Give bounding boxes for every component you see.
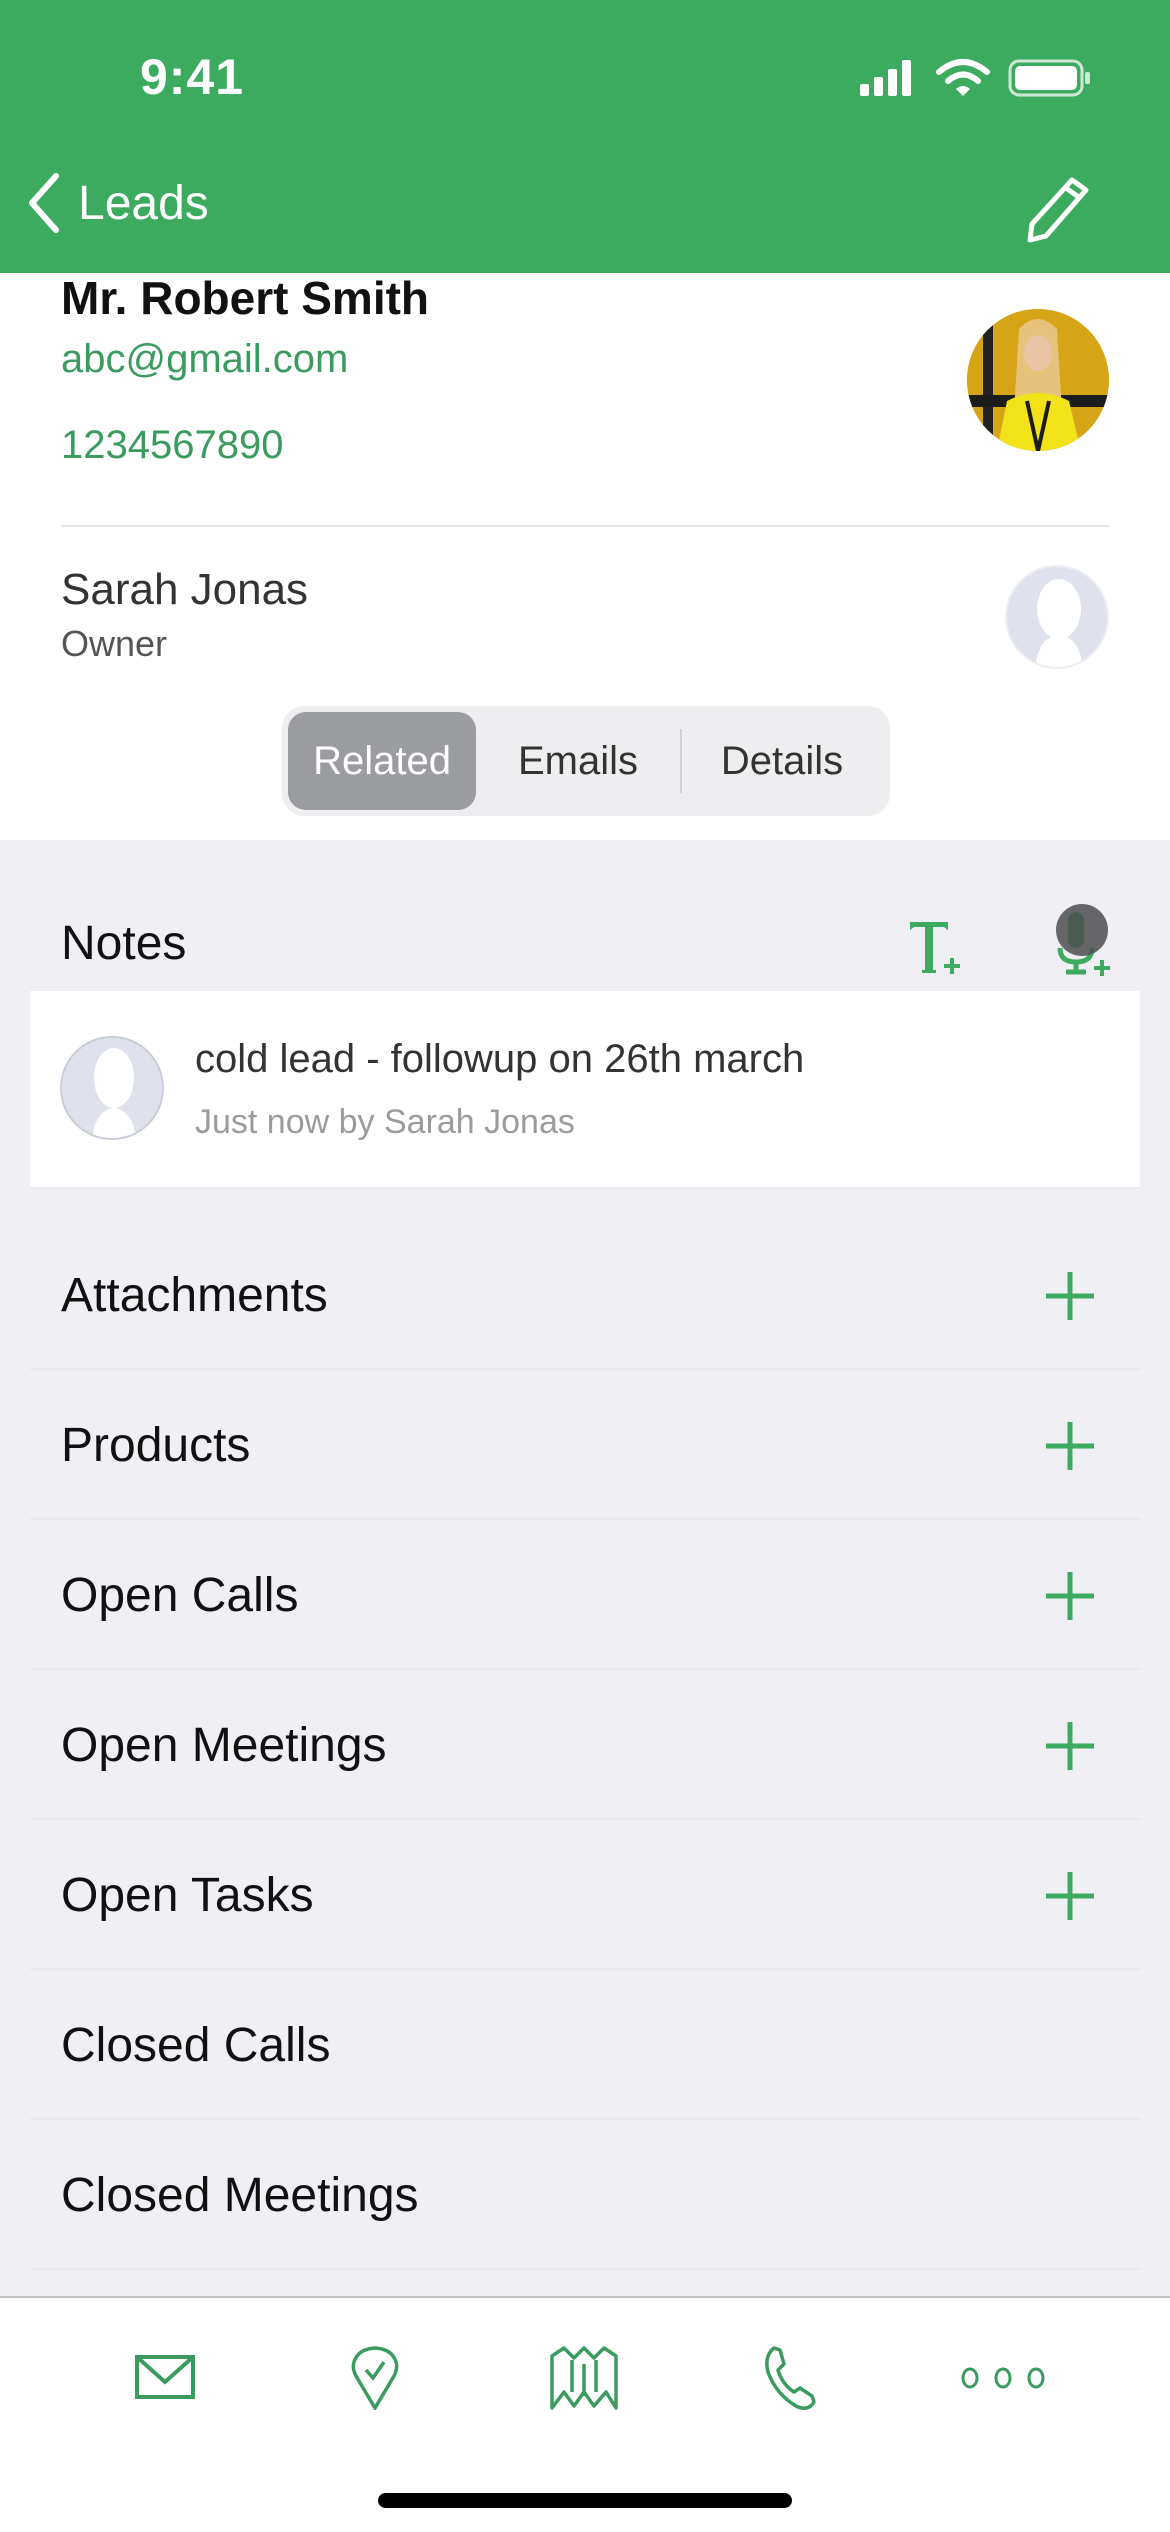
related-row-attachments[interactable]: Attachments: [0, 1220, 1170, 1370]
segment-details[interactable]: Details: [682, 712, 882, 810]
plus-icon: [1046, 1422, 1094, 1470]
related-row-label: Open Tasks: [61, 1869, 314, 1922]
card-divider: [61, 525, 1109, 527]
edit-button[interactable]: [1022, 174, 1092, 244]
add-voice-note-button[interactable]: [1048, 904, 1118, 978]
related-row-closed-meetings[interactable]: Closed Meetings: [0, 2120, 1170, 2270]
plus-icon: [1046, 1272, 1094, 1320]
related-row-products[interactable]: Products: [0, 1370, 1170, 1520]
person-placeholder-icon: [1007, 567, 1107, 667]
segment-emails[interactable]: Emails: [476, 712, 680, 810]
related-row-label: Closed Calls: [61, 2019, 331, 2072]
wifi-icon: [936, 59, 990, 96]
related-row-label: Attachments: [61, 1269, 328, 1322]
row-separator: [30, 2268, 1140, 2270]
back-button[interactable]: Leads: [24, 172, 209, 234]
mail-icon: [135, 2355, 195, 2399]
owner-avatar[interactable]: [1005, 565, 1109, 669]
related-row-open-calls[interactable]: Open Calls: [0, 1520, 1170, 1670]
email-action-button[interactable]: [120, 2338, 210, 2418]
lead-email-link[interactable]: abc@gmail.com: [61, 337, 348, 382]
related-list: Attachments Products Open Calls Open Mee…: [0, 1220, 1170, 2270]
note-author-avatar: [60, 1036, 164, 1140]
segment-related[interactable]: Related: [288, 712, 476, 810]
note-meta: Just now by Sarah Jonas: [195, 1103, 575, 1141]
signal-icon: [860, 60, 911, 96]
navigation-header: 9:41 Leads: [0, 0, 1170, 273]
pencil-icon: [1027, 177, 1089, 243]
note-text: cold lead - followup on 26th march: [195, 1037, 805, 1081]
related-row-open-tasks[interactable]: Open Tasks: [0, 1820, 1170, 1970]
status-icons: [858, 58, 1092, 98]
more-action-button[interactable]: [958, 2338, 1048, 2418]
more-icon: [961, 2367, 1045, 2389]
check-in-action-button[interactable]: [330, 2338, 420, 2418]
map-icon: [550, 2346, 618, 2410]
related-row-label: Open Meetings: [61, 1719, 387, 1772]
segmented-control: Related Emails Details: [282, 706, 890, 816]
related-row-label: Closed Meetings: [61, 2169, 419, 2222]
chevron-left-icon: [29, 173, 59, 233]
add-call-button[interactable]: [1044, 1570, 1096, 1622]
related-row-closed-calls[interactable]: Closed Calls: [0, 1970, 1170, 2120]
add-attachment-button[interactable]: [1044, 1270, 1096, 1322]
add-meeting-button[interactable]: [1044, 1720, 1096, 1772]
plus-icon: [1046, 1872, 1094, 1920]
home-indicator[interactable]: [378, 2493, 792, 2508]
lead-phone-link[interactable]: 1234567890: [61, 423, 283, 468]
plus-icon: [1046, 1722, 1094, 1770]
add-text-note-button[interactable]: [908, 918, 968, 978]
related-row-open-meetings[interactable]: Open Meetings: [0, 1670, 1170, 1820]
plus-icon: [1046, 1572, 1094, 1620]
status-time: 9:41: [140, 49, 245, 105]
add-task-button[interactable]: [1044, 1870, 1096, 1922]
owner-role: Owner: [61, 623, 168, 664]
avatar-photo: [967, 309, 1109, 451]
lead-avatar[interactable]: [967, 309, 1109, 451]
add-product-button[interactable]: [1044, 1420, 1096, 1472]
note-item[interactable]: cold lead - followup on 26th march Just …: [30, 991, 1140, 1189]
person-placeholder-icon: [62, 1038, 162, 1138]
call-action-button[interactable]: [747, 2338, 837, 2418]
microphone-add-icon: [1056, 904, 1110, 976]
owner-name: Sarah Jonas: [61, 565, 309, 614]
phone-icon: [765, 2346, 816, 2410]
location-check-icon: [351, 2346, 399, 2410]
map-action-button[interactable]: [539, 2338, 629, 2418]
battery-icon: [1008, 59, 1090, 97]
back-label: Leads: [78, 176, 209, 230]
text-add-icon: [910, 922, 960, 974]
lead-card: Mr. Robert Smith abc@gmail.com 123456789…: [0, 273, 1170, 840]
lead-detail-screen: 9:41 Leads Mr. Robert Smith abc@gmail.co…: [0, 0, 1170, 2532]
related-row-label: Open Calls: [61, 1569, 299, 1622]
notes-heading: Notes: [61, 917, 187, 970]
lead-name: Mr. Robert Smith: [61, 272, 430, 324]
related-row-label: Products: [61, 1419, 251, 1472]
